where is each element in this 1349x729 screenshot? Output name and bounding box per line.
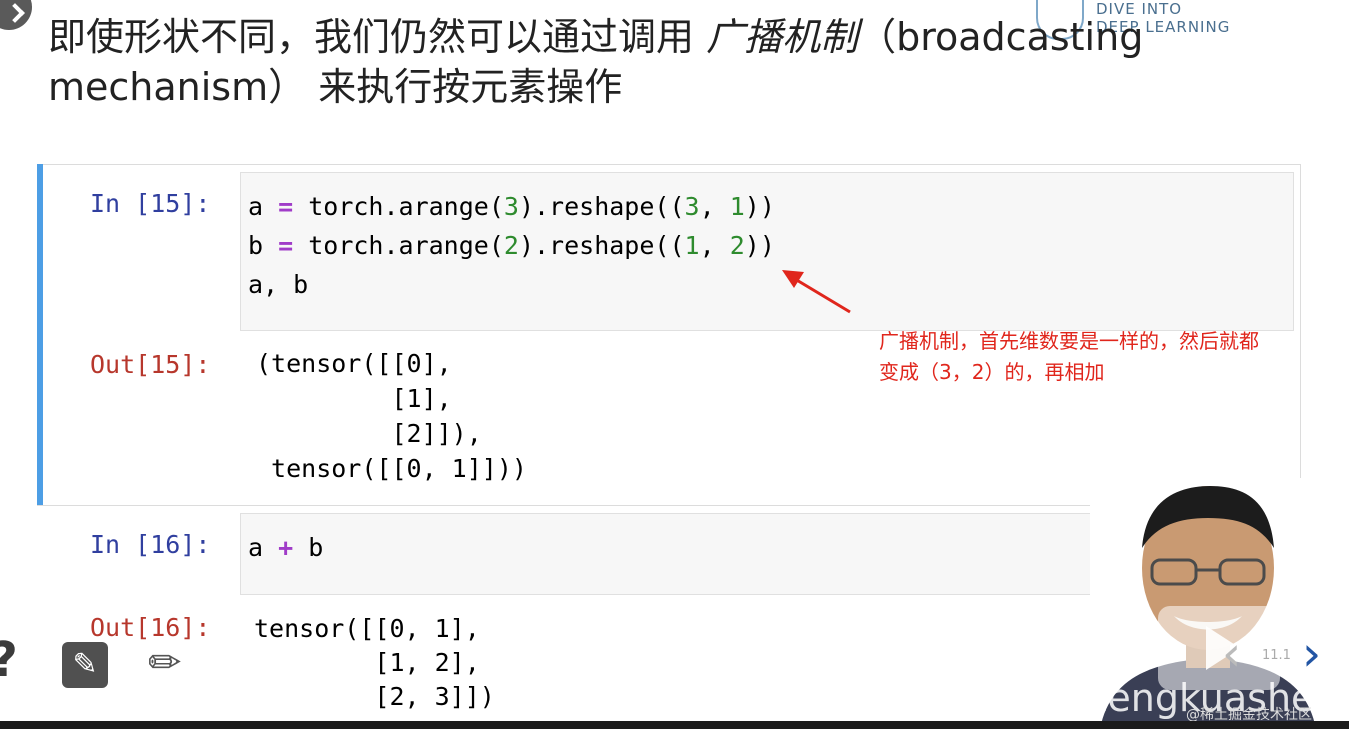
- output-16: tensor([[0, 1], [1, 2], [2, 3]]): [254, 612, 495, 714]
- chevron-left-icon[interactable]: ‹: [1222, 626, 1241, 682]
- slide-heading: 即使形状不同，我们仍然可以通过调用 广播机制（broadcasting mech…: [48, 12, 1288, 112]
- output-prompt-15: Out[15]:: [90, 350, 211, 379]
- output-15: (tensor([[0], [1], [2]]), tensor([[0, 1]…: [256, 346, 527, 486]
- input-prompt-16: In [16]:: [90, 530, 211, 559]
- code-line-3: a, b: [248, 270, 309, 299]
- heading-part1: 即使形状不同，我们仍然可以通过调用: [48, 15, 707, 59]
- output-line: tensor([[0, 1]])): [256, 454, 527, 483]
- annotation-line2: 变成（3，2）的，再相加: [879, 360, 1105, 384]
- code-line-1: a = torch.arange(3).reshape((3, 1)): [248, 192, 775, 221]
- annotation-line1: 广播机制，首先维数要是一样的，然后就都: [879, 329, 1259, 353]
- output-line: (tensor([[0],: [256, 349, 452, 378]
- edit-icon[interactable]: ✎: [62, 642, 108, 688]
- heading-emphasis: 广播机制: [706, 15, 859, 59]
- slide-number: 11.1: [1262, 648, 1291, 663]
- code-line-2: b = torch.arange(2).reshape((1, 2)): [248, 231, 775, 260]
- input-prompt-15: In [15]:: [90, 189, 211, 218]
- bottom-bar: [0, 721, 1349, 729]
- annotation-note: 广播机制，首先维数要是一样的，然后就都 变成（3，2）的，再相加: [879, 326, 1259, 388]
- output-line: [2]]),: [256, 419, 482, 448]
- pencil-icon[interactable]: ✏: [148, 640, 182, 686]
- cell-selection-bar: [37, 164, 43, 505]
- output-line: [1],: [256, 384, 452, 413]
- code-line-16: a + b: [248, 533, 324, 562]
- output-line: [2, 3]]): [254, 682, 495, 711]
- output-line: tensor([[0, 1],: [254, 614, 480, 643]
- help-icon[interactable]: ?: [0, 632, 18, 688]
- chevron-right-icon[interactable]: ›: [1302, 626, 1321, 682]
- arrow-icon[interactable]: [0, 0, 32, 30]
- annotation-arrow-icon: [782, 270, 851, 314]
- output-line: [1, 2],: [254, 648, 480, 677]
